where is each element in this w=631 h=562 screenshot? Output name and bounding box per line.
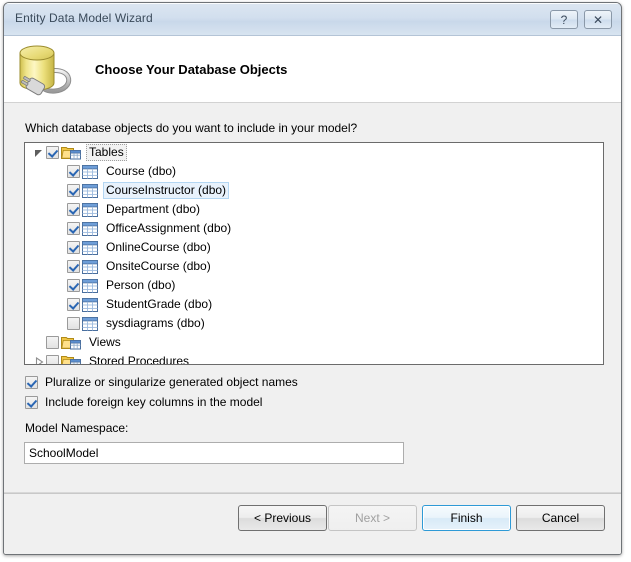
tree-node[interactable]: Person (dbo) [25,276,603,295]
expander-placeholder [53,241,67,255]
foreign-key-label: Include foreign key columns in the model [45,395,263,409]
close-icon: ✕ [592,12,604,27]
tree-node-checkbox[interactable] [67,203,80,216]
model-namespace-input[interactable] [24,442,404,464]
expander-expanded-icon[interactable] [32,146,46,160]
tree-node-label: OfficeAssignment (dbo) [106,221,232,235]
expander-placeholder [53,279,67,293]
dialog-footer: < Previous Next > Finish Cancel [4,492,621,554]
folder-tables-icon [61,145,81,160]
title-bar[interactable]: Entity Data Model Wizard ? ✕ [4,3,621,36]
pluralize-label: Pluralize or singularize generated objec… [45,375,298,389]
tree-node[interactable]: Stored Procedures [25,352,603,365]
tree-node-checkbox[interactable] [46,146,59,159]
tree-node[interactable]: CourseInstructor (dbo) [25,181,603,200]
database-objects-tree[interactable]: Tables Course (dbo) CourseInstructor (dbo)… [24,142,604,365]
tree-node[interactable]: OfficeAssignment (dbo) [25,219,603,238]
table-grid-icon [82,316,98,331]
entity-data-model-wizard-dialog: Entity Data Model Wizard ? ✕ Choose Your… [3,2,622,555]
table-grid-icon [82,240,98,255]
tree-node[interactable]: OnlineCourse (dbo) [25,238,603,257]
tree-node-label: Stored Procedures [89,354,190,365]
tree-node-checkbox[interactable] [67,241,80,254]
prompt-text: Which database objects do you want to in… [25,121,358,135]
expander-placeholder [53,298,67,312]
tree-node-label: StudentGrade (dbo) [106,297,213,311]
tree-node-checkbox[interactable] [67,184,80,197]
tree-node-label: Course (dbo) [106,164,177,178]
footer-separator [4,493,621,494]
tree-node-label: OnsiteCourse (dbo) [106,259,211,273]
expander-placeholder [53,165,67,179]
expander-placeholder [53,203,67,217]
pluralize-checkbox[interactable] [25,375,38,389]
table-grid-icon [82,297,98,312]
tree-node-checkbox[interactable] [46,355,59,364]
tree-node-label: sysdiagrams (dbo) [106,316,205,330]
help-button[interactable]: ? [550,10,578,29]
tree-node[interactable]: Views [25,333,603,352]
window-title: Entity Data Model Wizard [15,11,153,25]
tree-node-label: OnlineCourse (dbo) [106,240,211,254]
cancel-button[interactable]: Cancel [516,505,605,531]
table-grid-icon [82,202,98,217]
tree-node-label: Views [89,335,121,349]
titlebar-highlight [5,3,620,4]
expander-placeholder [32,336,46,350]
table-grid-icon [82,183,98,198]
tree-node[interactable]: sysdiagrams (dbo) [25,314,603,333]
table-grid-icon [82,164,98,179]
tree-node-checkbox[interactable] [67,317,80,330]
tree-node-checkbox[interactable] [67,260,80,273]
previous-button[interactable]: < Previous [238,505,327,531]
pluralize-option-row[interactable]: Pluralize or singularize generated objec… [25,375,298,389]
tree-node-checkbox[interactable] [67,279,80,292]
tree-node-label: Tables [86,144,127,161]
tree-node[interactable]: Department (dbo) [25,200,603,219]
wizard-body: Which database objects do you want to in… [4,103,621,492]
tree-node-label: Person (dbo) [106,278,176,292]
tree-node-checkbox[interactable] [46,336,59,349]
expander-placeholder [53,184,67,198]
expander-placeholder [53,260,67,274]
question-mark-icon: ? [560,12,568,27]
tree-node[interactable]: OnsiteCourse (dbo) [25,257,603,276]
table-grid-icon [82,278,98,293]
finish-button[interactable]: Finish [422,505,511,531]
tree-node[interactable]: Course (dbo) [25,162,603,181]
foreign-key-option-row[interactable]: Include foreign key columns in the model [25,395,262,409]
tree-node-checkbox[interactable] [67,298,80,311]
tree-node[interactable]: Tables [25,143,603,162]
tree-node-checkbox[interactable] [67,222,80,235]
next-button: Next > [328,505,417,531]
model-namespace-label: Model Namespace: [25,421,129,435]
tree-node-label: CourseInstructor (dbo) [103,182,230,199]
page-title: Choose Your Database Objects [95,62,288,77]
expander-placeholder [53,317,67,331]
foreign-key-checkbox[interactable] [25,395,38,409]
table-grid-icon [82,259,98,274]
folder-views-icon [61,335,81,350]
table-grid-icon [82,221,98,236]
wizard-header: Choose Your Database Objects [4,36,621,103]
close-button[interactable]: ✕ [584,10,612,29]
expander-collapsed-icon[interactable] [32,355,46,364]
expander-placeholder [53,222,67,236]
tree-node[interactable]: StudentGrade (dbo) [25,295,603,314]
tree-node-label: Department (dbo) [106,202,201,216]
database-plug-icon [15,39,77,97]
tree-node-checkbox[interactable] [67,165,80,178]
folder-procedures-icon [61,354,81,364]
